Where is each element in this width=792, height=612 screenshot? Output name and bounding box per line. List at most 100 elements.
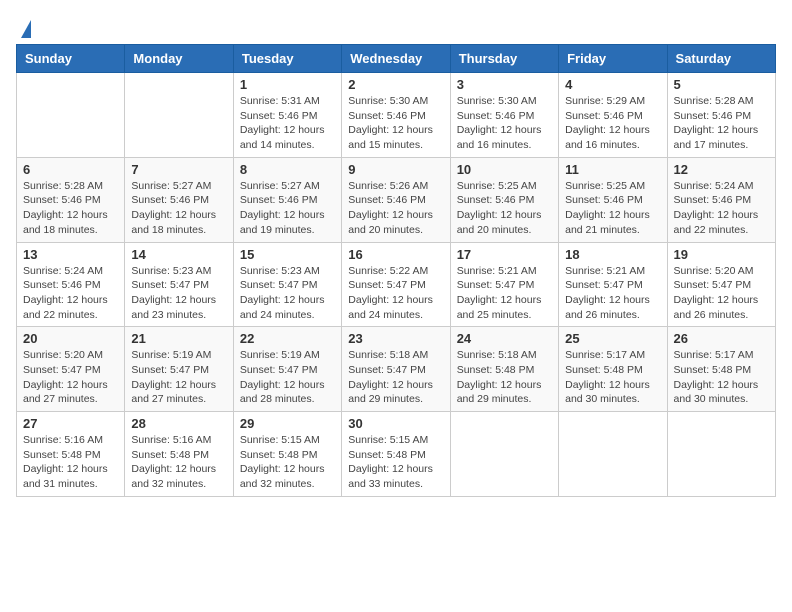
calendar-week-row: 6Sunrise: 5:28 AM Sunset: 5:46 PM Daylig…	[17, 157, 776, 242]
calendar-cell	[559, 412, 667, 497]
day-info: Sunrise: 5:19 AM Sunset: 5:47 PM Dayligh…	[131, 348, 226, 407]
day-number: 8	[240, 162, 335, 177]
day-info: Sunrise: 5:18 AM Sunset: 5:47 PM Dayligh…	[348, 348, 443, 407]
day-number: 23	[348, 331, 443, 346]
day-number: 10	[457, 162, 552, 177]
calendar-cell: 11 Sunrise: 5:25 AM Sunset: 5:46 PM Dayli…	[559, 157, 667, 242]
calendar-cell: 20 Sunrise: 5:20 AM Sunset: 5:47 PM Dayli…	[17, 327, 125, 412]
calendar-cell: 1Sunrise: 5:31 AM Sunset: 5:46 PM Daylig…	[233, 73, 341, 158]
day-info: Sunrise: 5:17 AM Sunset: 5:48 PM Dayligh…	[674, 348, 769, 407]
day-info: Sunrise: 5:18 AM Sunset: 5:48 PM Dayligh…	[457, 348, 552, 407]
logo-triangle-icon	[21, 20, 31, 38]
day-info: Sunrise: 5:26 AM Sunset: 5:46 PM Dayligh…	[348, 179, 443, 238]
day-info: Sunrise: 5:23 AM Sunset: 5:47 PM Dayligh…	[240, 264, 335, 323]
calendar-cell: 19 Sunrise: 5:20 AM Sunset: 5:47 PM Dayli…	[667, 242, 775, 327]
day-number: 19	[674, 247, 769, 262]
calendar-cell: 12 Sunrise: 5:24 AM Sunset: 5:46 PM Dayli…	[667, 157, 775, 242]
day-info: Sunrise: 5:31 AM Sunset: 5:46 PM Dayligh…	[240, 94, 335, 153]
day-number: 14	[131, 247, 226, 262]
day-info: Sunrise: 5:24 AM Sunset: 5:46 PM Dayligh…	[23, 264, 118, 323]
day-info: Sunrise: 5:15 AM Sunset: 5:48 PM Dayligh…	[348, 433, 443, 492]
day-info: Sunrise: 5:25 AM Sunset: 5:46 PM Dayligh…	[457, 179, 552, 238]
day-number: 22	[240, 331, 335, 346]
day-number: 4	[565, 77, 660, 92]
day-number: 12	[674, 162, 769, 177]
day-number: 29	[240, 416, 335, 431]
day-number: 25	[565, 331, 660, 346]
day-number: 30	[348, 416, 443, 431]
calendar-cell	[450, 412, 558, 497]
day-info: Sunrise: 5:25 AM Sunset: 5:46 PM Dayligh…	[565, 179, 660, 238]
calendar-cell: 17Sunrise: 5:21 AM Sunset: 5:47 PM Dayli…	[450, 242, 558, 327]
day-info: Sunrise: 5:29 AM Sunset: 5:46 PM Dayligh…	[565, 94, 660, 153]
calendar-cell: 16 Sunrise: 5:22 AM Sunset: 5:47 PM Dayli…	[342, 242, 450, 327]
day-info: Sunrise: 5:30 AM Sunset: 5:46 PM Dayligh…	[457, 94, 552, 153]
calendar-cell: 5 Sunrise: 5:28 AM Sunset: 5:46 PM Daylig…	[667, 73, 775, 158]
calendar-cell: 2Sunrise: 5:30 AM Sunset: 5:46 PM Daylig…	[342, 73, 450, 158]
calendar-cell: 23 Sunrise: 5:18 AM Sunset: 5:47 PM Dayli…	[342, 327, 450, 412]
calendar-cell: 27 Sunrise: 5:16 AM Sunset: 5:48 PM Dayli…	[17, 412, 125, 497]
calendar-cell: 22 Sunrise: 5:19 AM Sunset: 5:47 PM Dayli…	[233, 327, 341, 412]
column-header-thursday: Thursday	[450, 45, 558, 73]
day-info: Sunrise: 5:15 AM Sunset: 5:48 PM Dayligh…	[240, 433, 335, 492]
day-info: Sunrise: 5:20 AM Sunset: 5:47 PM Dayligh…	[23, 348, 118, 407]
column-header-sunday: Sunday	[17, 45, 125, 73]
day-number: 11	[565, 162, 660, 177]
day-number: 28	[131, 416, 226, 431]
day-number: 26	[674, 331, 769, 346]
header	[16, 16, 776, 38]
calendar-cell	[125, 73, 233, 158]
day-info: Sunrise: 5:23 AM Sunset: 5:47 PM Dayligh…	[131, 264, 226, 323]
calendar-week-row: 20 Sunrise: 5:20 AM Sunset: 5:47 PM Dayli…	[17, 327, 776, 412]
day-info: Sunrise: 5:27 AM Sunset: 5:46 PM Dayligh…	[240, 179, 335, 238]
day-number: 20	[23, 331, 118, 346]
day-info: Sunrise: 5:24 AM Sunset: 5:46 PM Dayligh…	[674, 179, 769, 238]
calendar-week-row: 1Sunrise: 5:31 AM Sunset: 5:46 PM Daylig…	[17, 73, 776, 158]
day-info: Sunrise: 5:27 AM Sunset: 5:46 PM Dayligh…	[131, 179, 226, 238]
column-header-tuesday: Tuesday	[233, 45, 341, 73]
calendar-table: SundayMondayTuesdayWednesdayThursdayFrid…	[16, 44, 776, 497]
day-number: 27	[23, 416, 118, 431]
day-number: 5	[674, 77, 769, 92]
day-info: Sunrise: 5:21 AM Sunset: 5:47 PM Dayligh…	[565, 264, 660, 323]
calendar-cell: 8 Sunrise: 5:27 AM Sunset: 5:46 PM Daylig…	[233, 157, 341, 242]
column-header-wednesday: Wednesday	[342, 45, 450, 73]
calendar-cell: 30 Sunrise: 5:15 AM Sunset: 5:48 PM Dayli…	[342, 412, 450, 497]
calendar-cell: 9 Sunrise: 5:26 AM Sunset: 5:46 PM Daylig…	[342, 157, 450, 242]
day-info: Sunrise: 5:22 AM Sunset: 5:47 PM Dayligh…	[348, 264, 443, 323]
calendar-cell: 10 Sunrise: 5:25 AM Sunset: 5:46 PM Dayli…	[450, 157, 558, 242]
calendar-cell: 29 Sunrise: 5:15 AM Sunset: 5:48 PM Dayli…	[233, 412, 341, 497]
calendar-week-row: 13Sunrise: 5:24 AM Sunset: 5:46 PM Dayli…	[17, 242, 776, 327]
calendar-cell: 21Sunrise: 5:19 AM Sunset: 5:47 PM Dayli…	[125, 327, 233, 412]
day-number: 9	[348, 162, 443, 177]
calendar-cell: 24 Sunrise: 5:18 AM Sunset: 5:48 PM Dayli…	[450, 327, 558, 412]
day-number: 16	[348, 247, 443, 262]
calendar-cell	[17, 73, 125, 158]
calendar-cell: 14 Sunrise: 5:23 AM Sunset: 5:47 PM Dayli…	[125, 242, 233, 327]
day-number: 3	[457, 77, 552, 92]
calendar-cell: 15 Sunrise: 5:23 AM Sunset: 5:47 PM Dayli…	[233, 242, 341, 327]
day-info: Sunrise: 5:28 AM Sunset: 5:46 PM Dayligh…	[674, 94, 769, 153]
day-info: Sunrise: 5:16 AM Sunset: 5:48 PM Dayligh…	[131, 433, 226, 492]
calendar-cell: 4 Sunrise: 5:29 AM Sunset: 5:46 PM Daylig…	[559, 73, 667, 158]
day-number: 7	[131, 162, 226, 177]
day-number: 24	[457, 331, 552, 346]
day-info: Sunrise: 5:30 AM Sunset: 5:46 PM Dayligh…	[348, 94, 443, 153]
day-info: Sunrise: 5:20 AM Sunset: 5:47 PM Dayligh…	[674, 264, 769, 323]
column-header-saturday: Saturday	[667, 45, 775, 73]
day-info: Sunrise: 5:19 AM Sunset: 5:47 PM Dayligh…	[240, 348, 335, 407]
day-info: Sunrise: 5:28 AM Sunset: 5:46 PM Dayligh…	[23, 179, 118, 238]
calendar-cell: 6Sunrise: 5:28 AM Sunset: 5:46 PM Daylig…	[17, 157, 125, 242]
logo	[16, 16, 31, 38]
day-number: 18	[565, 247, 660, 262]
day-number: 17	[457, 247, 552, 262]
column-header-friday: Friday	[559, 45, 667, 73]
calendar-week-row: 27 Sunrise: 5:16 AM Sunset: 5:48 PM Dayli…	[17, 412, 776, 497]
day-number: 15	[240, 247, 335, 262]
calendar-cell: 28 Sunrise: 5:16 AM Sunset: 5:48 PM Dayli…	[125, 412, 233, 497]
calendar-cell	[667, 412, 775, 497]
calendar-header-row: SundayMondayTuesdayWednesdayThursdayFrid…	[17, 45, 776, 73]
day-info: Sunrise: 5:16 AM Sunset: 5:48 PM Dayligh…	[23, 433, 118, 492]
calendar-cell: 25Sunrise: 5:17 AM Sunset: 5:48 PM Dayli…	[559, 327, 667, 412]
calendar-cell: 13Sunrise: 5:24 AM Sunset: 5:46 PM Dayli…	[17, 242, 125, 327]
